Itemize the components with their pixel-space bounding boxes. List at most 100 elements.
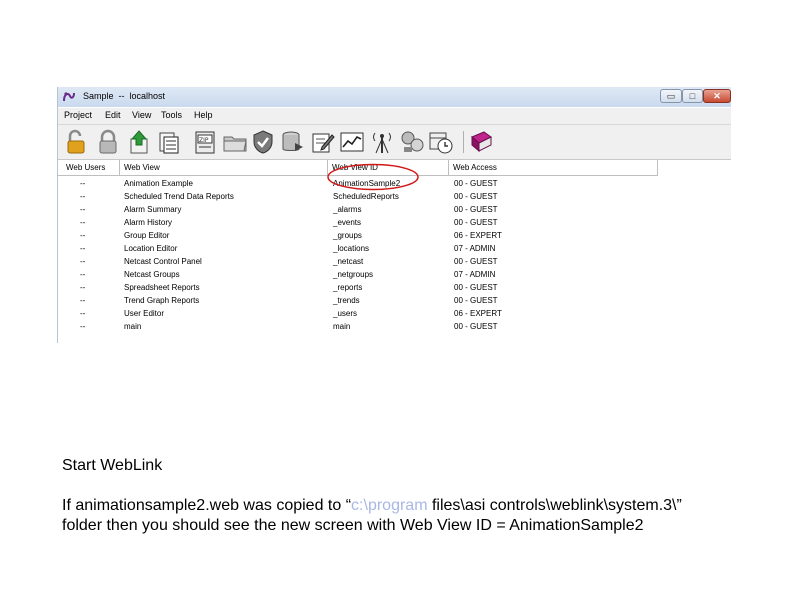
menu-project[interactable]: Project: [64, 110, 92, 120]
cell-web-view-id: _reports: [333, 283, 363, 292]
cell-web-users: --: [80, 283, 86, 292]
cell-web-access: 00 - GUEST: [454, 257, 498, 266]
table-row[interactable]: -- main main 00 - GUEST: [58, 320, 658, 333]
cell-web-access: 06 - EXPERT: [454, 231, 502, 240]
table-row[interactable]: -- User Editor _users 06 - EXPERT: [58, 307, 658, 320]
cell-web-access: 00 - GUEST: [454, 283, 498, 292]
cell-web-access: 06 - EXPERT: [454, 309, 502, 318]
cell-web-view-id: _groups: [333, 231, 362, 240]
cell-web-view-id: main: [333, 322, 351, 331]
zip-icon[interactable]: ZIP: [192, 129, 218, 155]
cell-web-view: Netcast Control Panel: [124, 257, 202, 266]
unlock-icon[interactable]: [64, 129, 90, 155]
cell-web-users: --: [80, 205, 86, 214]
table-row[interactable]: -- Spreadsheet Reports _reports 00 - GUEST: [58, 281, 658, 294]
menu-bar: Project Edit View Tools Help: [58, 108, 731, 125]
minimize-icon: ▭: [666, 91, 676, 101]
menu-help[interactable]: Help: [194, 110, 213, 120]
window-title: Sample -- localhost: [83, 91, 166, 101]
table-row[interactable]: -- Alarm Summary _alarms 00 - GUEST: [58, 203, 658, 216]
network-icon[interactable]: [399, 129, 425, 155]
cell-web-access: 07 - ADMIN: [454, 244, 496, 253]
toolbar: ZIP: [58, 125, 731, 160]
book-icon[interactable]: [468, 129, 494, 155]
folder-icon[interactable]: [222, 129, 248, 155]
app-logo-icon: [63, 92, 75, 102]
close-button[interactable]: ✕: [703, 89, 731, 103]
path-highlight: c:\program: [351, 497, 428, 514]
table-row[interactable]: -- Alarm History _events 00 - GUEST: [58, 216, 658, 229]
cell-web-view: Alarm Summary: [124, 205, 182, 214]
table-row[interactable]: -- Group Editor _groups 06 - EXPERT: [58, 229, 658, 242]
cell-web-view-id: ScheduledReports: [333, 192, 399, 201]
cell-web-view-id: _events: [333, 218, 362, 227]
cell-web-view: Location Editor: [124, 244, 178, 253]
svg-text:ZIP: ZIP: [199, 137, 209, 144]
cell-web-view-id: _locations: [333, 244, 370, 253]
cell-web-view-id: _alarms: [333, 205, 362, 214]
para-text-end: files\asi controls\weblink\system.3\”: [427, 497, 682, 514]
col-web-access[interactable]: Web Access: [449, 160, 658, 175]
menu-tools[interactable]: Tools: [161, 110, 182, 120]
cell-web-access: 00 - GUEST: [454, 179, 498, 188]
menu-edit[interactable]: Edit: [105, 110, 121, 120]
cell-web-view-id: _trends: [333, 296, 360, 305]
cell-web-view-id: _netgroups: [333, 270, 374, 279]
table-row[interactable]: -- Netcast Groups _netgroups 07 - ADMIN: [58, 268, 658, 281]
web-views-table: Web Users Web View Web View ID Web Acces…: [58, 160, 731, 343]
trend-chart-icon[interactable]: [339, 129, 365, 155]
cell-web-users: --: [80, 218, 86, 227]
cell-web-view: main: [124, 322, 142, 331]
menu-view[interactable]: View: [132, 110, 151, 120]
lock-icon[interactable]: [95, 129, 121, 155]
cell-web-users: --: [80, 296, 86, 305]
cell-web-access: 00 - GUEST: [454, 192, 498, 201]
cell-web-view: Spreadsheet Reports: [124, 283, 200, 292]
cell-web-view: Trend Graph Reports: [124, 296, 200, 305]
cell-web-view: User Editor: [124, 309, 165, 318]
shield-icon[interactable]: [250, 129, 276, 155]
cell-web-view-id: AnimationSample2: [333, 179, 401, 188]
cell-web-view: Scheduled Trend Data Reports: [124, 192, 234, 201]
maximize-icon: □: [689, 91, 696, 101]
slide-heading: Start WebLink: [62, 457, 163, 474]
slide-paragraph-line2: folder then you should see the new scree…: [62, 517, 644, 534]
scheduler-icon[interactable]: [428, 129, 454, 155]
table-row[interactable]: -- Netcast Control Panel _netcast 00 - GUES…: [58, 255, 658, 268]
cell-web-access: 00 - GUEST: [454, 296, 498, 305]
col-web-users[interactable]: Web Users: [62, 160, 120, 175]
cell-web-view: Alarm History: [124, 218, 173, 227]
cell-web-users: --: [80, 309, 86, 318]
table-row[interactable]: -- Location Editor _locations 07 - ADMIN: [58, 242, 658, 255]
cell-web-users: --: [80, 270, 86, 279]
table-row[interactable]: -- Animation Example AnimationSample2 00 - …: [58, 177, 658, 190]
database-icon[interactable]: [280, 129, 306, 155]
slide-paragraph-line1: If animationsample2.web was copied to “c…: [62, 496, 682, 516]
toolbar-separator: [463, 131, 464, 153]
title-bar: Sample -- localhost ▭ □ ✕: [58, 87, 731, 107]
minimize-button[interactable]: ▭: [660, 89, 682, 103]
cell-web-access: 00 - GUEST: [454, 205, 498, 214]
upload-icon[interactable]: [126, 129, 152, 155]
antenna-icon[interactable]: [369, 129, 395, 155]
cell-web-users: --: [80, 179, 86, 188]
cell-web-users: --: [80, 322, 86, 331]
cell-web-users: --: [80, 231, 86, 240]
col-web-view-id[interactable]: Web View ID: [328, 160, 449, 175]
cell-web-users: --: [80, 244, 86, 253]
cell-web-view: Group Editor: [124, 231, 170, 240]
report-icon[interactable]: [156, 129, 182, 155]
table-row[interactable]: -- Scheduled Trend Data Reports ScheduledR…: [58, 190, 658, 203]
edit-form-icon[interactable]: [310, 129, 336, 155]
maximize-button[interactable]: □: [682, 89, 703, 103]
table-row[interactable]: -- Trend Graph Reports _trends 00 - GUEST: [58, 294, 658, 307]
cell-web-view-id: _users: [333, 309, 358, 318]
table-header: Web Users Web View Web View ID Web Acces…: [58, 160, 658, 176]
cell-web-view: Animation Example: [124, 179, 193, 188]
col-web-view[interactable]: Web View: [120, 160, 328, 175]
cell-web-users: --: [80, 257, 86, 266]
close-icon: ✕: [713, 91, 721, 101]
cell-web-view-id: _netcast: [333, 257, 364, 266]
app-window: Sample -- localhost ▭ □ ✕ Project Edit V…: [57, 87, 731, 343]
cell-web-users: --: [80, 192, 86, 201]
